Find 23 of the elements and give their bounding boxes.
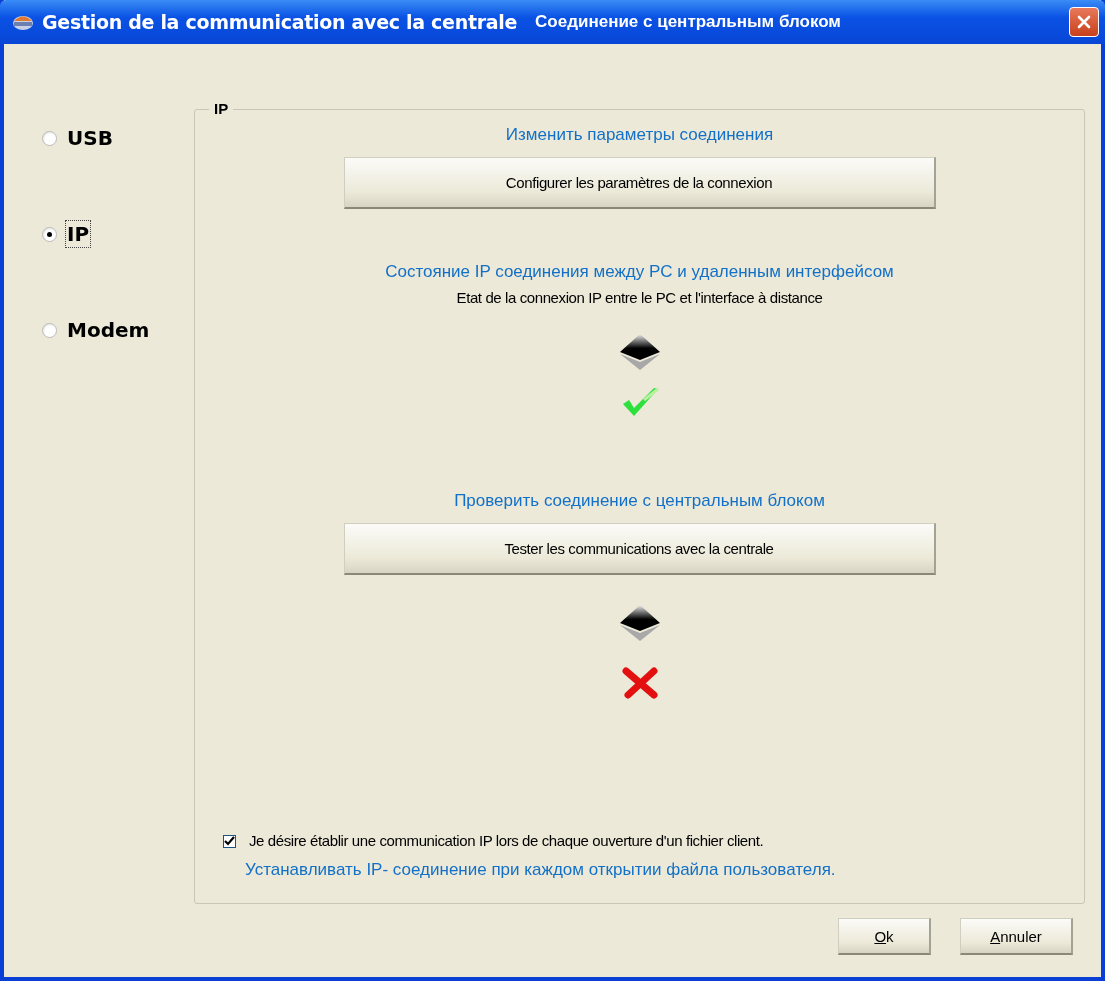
close-button[interactable]	[1069, 7, 1099, 37]
translation-text: Состояние IP соединения между PC и удаленным интерфейсом	[385, 261, 894, 283]
translation-text: Изменить параметры соединения	[505, 124, 774, 146]
action-button[interactable]: Tester les communications avec la centrale	[343, 523, 936, 575]
cross-icon	[621, 667, 658, 699]
close-icon	[1077, 15, 1091, 29]
window-title: Gestion de la communication avec la centrale	[42, 11, 518, 33]
action-button[interactable]: Configurer les paramètres de la connexion	[343, 157, 936, 209]
translation-text: Устанавливать IP- соединение при каждом открытии файла пользователя.	[245, 859, 836, 881]
dialog-button[interactable]: Ok	[838, 918, 931, 955]
window-subtitle: Соединение с центральным блоком	[535, 12, 841, 32]
radio-button[interactable]	[42, 322, 57, 338]
radio-button[interactable]	[42, 130, 57, 146]
app-icon	[12, 13, 34, 31]
dialog-button[interactable]: Annuler	[960, 918, 1073, 955]
checkbox-label[interactable]: Je désire établir une communication IP lors de chaque ouverture d'un fichier client.	[249, 831, 836, 851]
checkbox[interactable]	[223, 835, 236, 848]
radio-label[interactable]: Modem	[65, 316, 152, 344]
radio-label[interactable]: IP	[65, 220, 92, 248]
translation-text: Проверить соединение с центральным блоком	[454, 490, 825, 512]
status-caption: Etat de la connexion IP entre le PC et l'interface à distance	[456, 289, 823, 306]
radio-label[interactable]: USB	[65, 124, 115, 152]
radio-button[interactable]	[42, 226, 57, 242]
